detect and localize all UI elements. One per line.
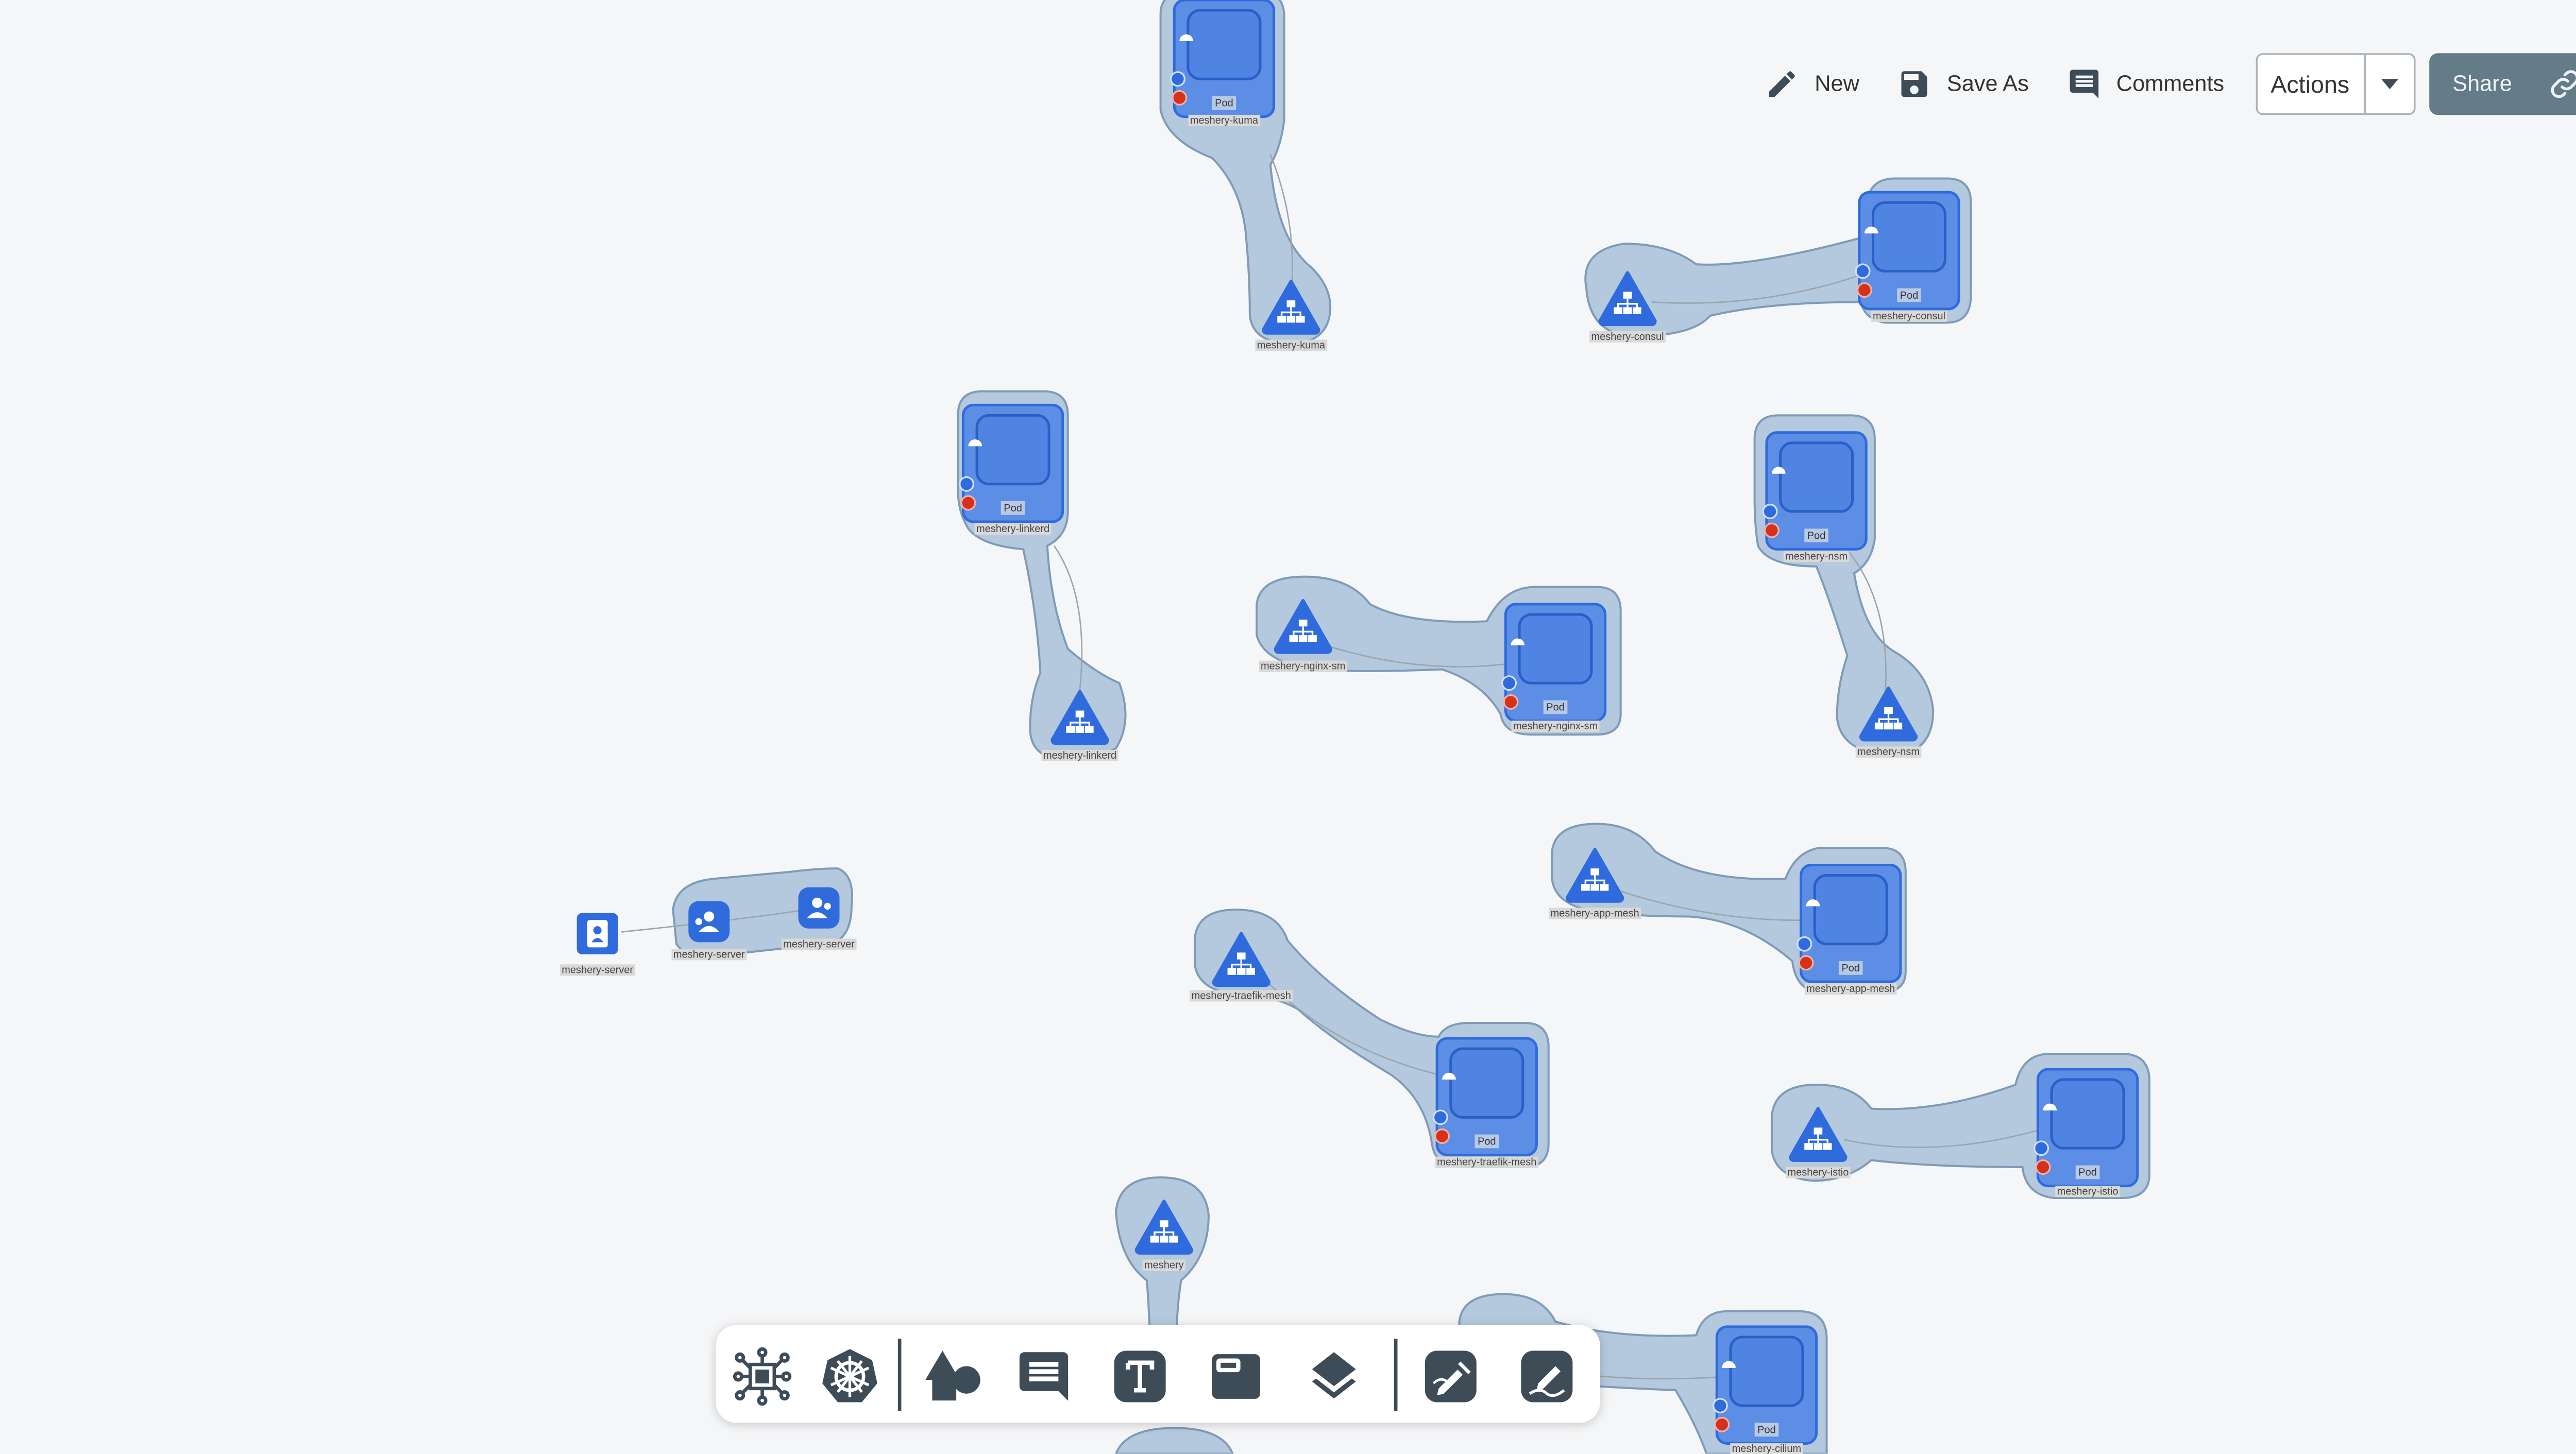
new-label: New: [1815, 70, 1859, 96]
pod-node[interactable]: Pod: [1856, 192, 1959, 309]
node-label: meshery-server: [562, 964, 633, 976]
node-label: meshery-nginx-sm: [1261, 661, 1345, 672]
pod-label: Pod: [2078, 1167, 2097, 1178]
node-label: meshery-app-mesh: [1551, 908, 1639, 919]
node-label: meshery-nsm: [1785, 551, 1848, 562]
section-tool[interactable]: [1205, 1346, 1267, 1408]
actions-dropdown[interactable]: Actions: [2255, 52, 2415, 114]
actions-label[interactable]: Actions: [2257, 54, 2363, 112]
pen-icon: [1425, 1350, 1477, 1402]
pencil-icon: [1769, 70, 1795, 96]
design-canvas[interactable]: Pod meshery-kuma meshery-kuma meshery-co…: [0, 0, 2576, 1454]
pod-node[interactable]: Pod: [1502, 604, 1605, 721]
node-label: meshery-server: [783, 938, 855, 950]
components-tool[interactable]: [732, 1346, 793, 1408]
components-icon: [733, 1347, 792, 1406]
actions-dropdown-toggle[interactable]: [2363, 54, 2413, 113]
comments-button[interactable]: Comments: [2066, 66, 2224, 100]
kubernetes-tool[interactable]: [819, 1346, 881, 1408]
pod-node[interactable]: Pod: [1763, 433, 1866, 550]
node-label: meshery-traefik-mesh: [1192, 990, 1291, 1001]
pod-node[interactable]: Pod: [960, 405, 1063, 522]
node-label: meshery-cilium: [1732, 1443, 1801, 1453]
pod-node[interactable]: Pod: [1714, 1327, 1817, 1444]
freehand-tool[interactable]: [1516, 1346, 1578, 1408]
comment-icon: [2069, 69, 2098, 98]
node-label: meshery-kuma: [1190, 115, 1259, 126]
node-label: meshery-kuma: [1257, 339, 1326, 351]
node-label: meshery-server: [673, 949, 745, 960]
node-label: meshery-istio: [2057, 1186, 2119, 1197]
role-node[interactable]: [798, 887, 840, 929]
link-icon: [2550, 69, 2576, 97]
layers-tool[interactable]: [1303, 1346, 1365, 1408]
node-label: meshery-linkerd: [976, 523, 1049, 535]
node-label: meshery-nsm: [1857, 746, 1920, 758]
node-label: meshery-app-mesh: [1806, 983, 1895, 995]
text-tool[interactable]: [1109, 1346, 1171, 1408]
save-as-button[interactable]: Save As: [1897, 66, 2029, 100]
design-toolbar: New Save As Comments Actions Share: [1765, 52, 2576, 115]
save-as-label: Save As: [1946, 70, 2029, 96]
pen-tool[interactable]: [1420, 1346, 1482, 1408]
tool-dock: [716, 1325, 1600, 1423]
pod-node[interactable]: Pod: [2035, 1069, 2138, 1186]
serviceaccount-node[interactable]: [577, 913, 618, 954]
node-label: meshery-traefik-mesh: [1437, 1157, 1536, 1168]
node-label: meshery-nginx-sm: [1513, 721, 1598, 732]
dock-divider: [897, 1339, 902, 1411]
share-button[interactable]: Share: [2428, 52, 2576, 114]
save-icon: [1901, 70, 1927, 96]
shapes-tool[interactable]: [922, 1346, 984, 1408]
freehand-icon: [1521, 1350, 1573, 1402]
node-label: meshery-linkerd: [1043, 750, 1116, 761]
rolebinding-node[interactable]: [688, 901, 730, 943]
pod-label: Pod: [1004, 503, 1022, 514]
layers-icon: [1312, 1352, 1356, 1399]
caret-down-icon: [2380, 78, 2398, 89]
node-label: meshery-istio: [1787, 1167, 1849, 1178]
kubernetes-icon: [822, 1349, 877, 1402]
pod-label: Pod: [1546, 702, 1565, 713]
text-icon: [1114, 1350, 1166, 1402]
pod-label: Pod: [1900, 290, 1919, 301]
pod-label: Pod: [1478, 1136, 1496, 1148]
section-icon: [1212, 1354, 1260, 1399]
comments-label: Comments: [2116, 70, 2225, 96]
pod-label: Pod: [1807, 530, 1826, 541]
comment-tool[interactable]: [1013, 1346, 1075, 1408]
node-label: meshery-consul: [1591, 331, 1664, 343]
share-label: Share: [2452, 70, 2512, 96]
node-label: meshery: [1144, 1260, 1184, 1271]
dock-divider: [1394, 1339, 1398, 1411]
node-label: meshery-consul: [1873, 311, 1945, 322]
pod-label: Pod: [1757, 1424, 1776, 1435]
edges: [621, 154, 2054, 1380]
pod-node[interactable]: Pod: [1433, 1038, 1536, 1155]
pod-node[interactable]: Pod: [1171, 0, 1274, 117]
shapes-icon: [925, 1350, 980, 1401]
comment-icon: [1019, 1352, 1069, 1401]
pod-node[interactable]: Pod: [1798, 865, 1901, 982]
new-button[interactable]: New: [1765, 66, 1859, 100]
pod-label: Pod: [1215, 98, 1233, 109]
pod-label: Pod: [1841, 963, 1860, 974]
